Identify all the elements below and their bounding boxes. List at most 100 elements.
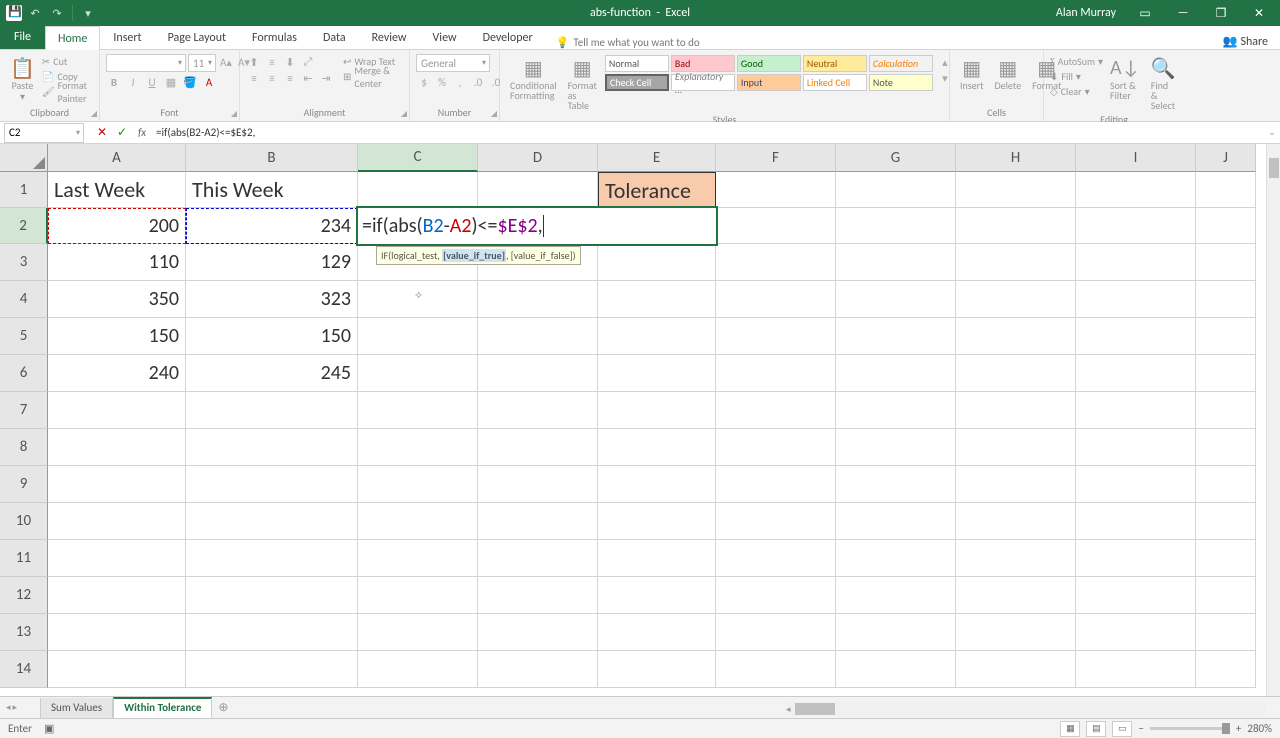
cell[interactable] (956, 651, 1076, 688)
cell[interactable] (598, 614, 716, 651)
find-select-button[interactable]: 🔍Find & Select (1147, 54, 1180, 113)
qat-dropdown-icon[interactable]: ▾ (79, 4, 97, 22)
row-headers[interactable]: 1234567891011121314 (0, 172, 48, 688)
cell[interactable] (956, 503, 1076, 540)
horizontal-scrollbar[interactable]: ◂ (786, 702, 1266, 716)
cell[interactable] (186, 651, 358, 688)
cell-area[interactable]: Last WeekThis WeekTolerance2002341101293… (48, 172, 1256, 688)
cell[interactable] (716, 540, 836, 577)
cell[interactable] (598, 429, 716, 466)
cell[interactable]: Last Week (48, 172, 186, 208)
cell[interactable] (1076, 429, 1196, 466)
cell[interactable]: 234 (186, 208, 358, 244)
name-box[interactable]: C2 (4, 123, 84, 143)
percent-icon[interactable]: % (434, 74, 450, 90)
style-good[interactable]: Good (737, 55, 801, 72)
cell[interactable]: 200 (48, 208, 186, 244)
select-all-cell[interactable] (0, 144, 48, 172)
cell[interactable] (48, 540, 186, 577)
row-header-10[interactable]: 10 (0, 503, 48, 540)
cell[interactable] (598, 503, 716, 540)
column-headers[interactable]: ABCDEFGHIJ (48, 144, 1256, 172)
cancel-formula-icon[interactable]: ✕ (92, 123, 112, 143)
cell[interactable] (716, 429, 836, 466)
cell[interactable] (598, 281, 716, 318)
style-linked-cell[interactable]: Linked Cell (803, 74, 867, 91)
formula-input[interactable]: =if(abs(B2-A2)<=$E$2, (152, 123, 1264, 143)
cell[interactable] (598, 577, 716, 614)
cell[interactable] (478, 651, 598, 688)
align-top-icon[interactable]: ⬆ (246, 54, 262, 70)
underline-icon[interactable]: U (144, 74, 160, 90)
row-header-2[interactable]: 2 (0, 208, 48, 244)
cell[interactable] (1196, 318, 1256, 355)
cell[interactable] (836, 355, 956, 392)
redo-icon[interactable]: ↷ (48, 4, 66, 22)
cell[interactable] (358, 540, 478, 577)
cell[interactable] (186, 577, 358, 614)
cell[interactable] (358, 614, 478, 651)
row-header-3[interactable]: 3 (0, 244, 48, 281)
cell[interactable] (716, 318, 836, 355)
review-tab[interactable]: Review (359, 25, 420, 49)
worksheet-grid[interactable]: ABCDEFGHIJ 1234567891011121314 Last Week… (0, 144, 1280, 696)
cell[interactable] (358, 466, 478, 503)
cell[interactable] (598, 355, 716, 392)
cell[interactable] (836, 540, 956, 577)
cell[interactable] (186, 429, 358, 466)
cell[interactable] (358, 392, 478, 429)
cell[interactable] (716, 172, 836, 208)
cell[interactable] (186, 392, 358, 429)
cell[interactable] (716, 244, 836, 281)
cell[interactable] (48, 466, 186, 503)
cell[interactable] (48, 503, 186, 540)
col-header-D[interactable]: D (478, 144, 598, 172)
cell[interactable] (1196, 540, 1256, 577)
cell[interactable] (956, 577, 1076, 614)
cell[interactable] (478, 392, 598, 429)
page-layout-tab[interactable]: Page Layout (155, 25, 239, 49)
col-header-H[interactable]: H (956, 144, 1076, 172)
expand-formula-bar-icon[interactable]: ⌄ (1264, 127, 1280, 138)
cell[interactable] (716, 466, 836, 503)
cell[interactable] (1196, 244, 1256, 281)
align-center-icon[interactable]: ≡ (264, 70, 280, 86)
autosum-button[interactable]: ΣAutoSum ▾ (1050, 54, 1103, 69)
cell[interactable] (836, 651, 956, 688)
scrollbar-thumb[interactable] (795, 703, 835, 715)
cell[interactable] (836, 208, 956, 244)
fill-color-icon[interactable]: 🪣 (182, 74, 198, 90)
grow-font-icon[interactable]: A▴ (218, 54, 234, 70)
col-header-F[interactable]: F (716, 144, 836, 172)
cell[interactable] (956, 392, 1076, 429)
cell[interactable] (598, 392, 716, 429)
cell[interactable] (598, 651, 716, 688)
row-header-8[interactable]: 8 (0, 429, 48, 466)
cell[interactable] (1076, 244, 1196, 281)
cell[interactable] (1076, 466, 1196, 503)
minimize-icon[interactable]: — (1166, 1, 1200, 25)
col-header-B[interactable]: B (186, 144, 358, 172)
cell[interactable] (1076, 281, 1196, 318)
ribbon-options-icon[interactable]: ▭ (1128, 1, 1162, 25)
cell[interactable] (1196, 208, 1256, 244)
font-name-combo[interactable] (106, 54, 186, 72)
cell[interactable] (186, 614, 358, 651)
tab-prev-icon[interactable]: ◂ (6, 702, 11, 713)
row-header-9[interactable]: 9 (0, 466, 48, 503)
number-format-combo[interactable]: General (416, 54, 490, 72)
cell[interactable]: 350 (48, 281, 186, 318)
cell[interactable] (478, 614, 598, 651)
cell[interactable] (478, 355, 598, 392)
cell[interactable]: 150 (48, 318, 186, 355)
cell[interactable] (48, 429, 186, 466)
view-normal-icon[interactable]: ▦ (1060, 721, 1080, 737)
cell[interactable]: 323 (186, 281, 358, 318)
col-header-G[interactable]: G (836, 144, 956, 172)
sheet-tab-sum-values[interactable]: Sum Values (40, 698, 113, 719)
cell[interactable] (1076, 318, 1196, 355)
insert-tab[interactable]: Insert (100, 25, 154, 49)
accept-formula-icon[interactable]: ✓ (112, 123, 132, 143)
vertical-scrollbar[interactable] (1266, 144, 1280, 696)
style-check-cell[interactable]: Check Cell (605, 74, 669, 91)
